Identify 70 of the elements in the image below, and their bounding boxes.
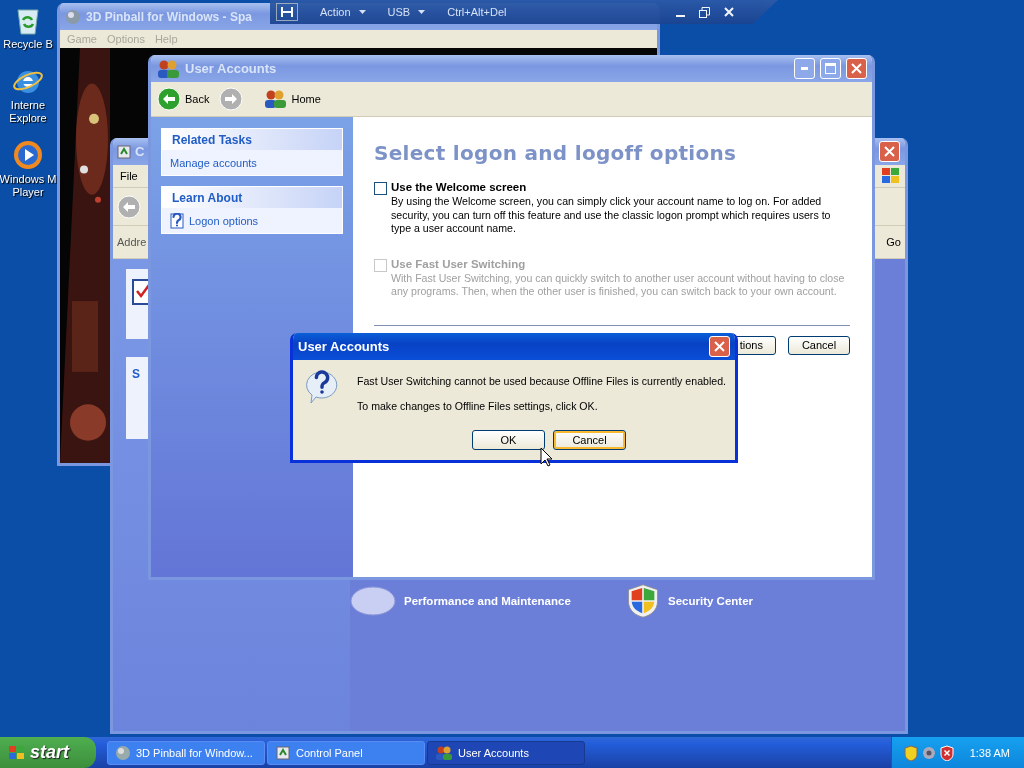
toolbar-menu[interactable]: Action xyxy=(320,6,366,18)
window-title: User Accounts xyxy=(185,61,277,76)
category-link[interactable]: Security Center xyxy=(626,584,826,618)
window-title: 3D Pinball for Windows - Spa xyxy=(86,9,252,24)
shield-icon xyxy=(626,584,660,618)
close-icon xyxy=(884,146,895,157)
desktop-icon-label[interactable]: Windows M Player xyxy=(0,173,57,199)
toolbar-menu[interactable]: USB xyxy=(387,6,426,18)
users-icon xyxy=(156,58,180,79)
shield-icon[interactable] xyxy=(903,744,918,761)
panel-title: Related Tasks xyxy=(162,129,342,150)
home-button[interactable]: Home xyxy=(261,87,323,111)
caret-icon xyxy=(418,10,426,14)
task-link[interactable]: Manage accounts xyxy=(162,150,342,175)
clock: 1:38 AM xyxy=(969,746,1010,759)
close-icon xyxy=(714,341,725,352)
dialog-button[interactable]: Cancel xyxy=(788,335,850,355)
panel-title: Learn About xyxy=(162,187,342,208)
question-icon xyxy=(305,370,339,404)
close-button[interactable] xyxy=(724,6,734,18)
restore-button[interactable] xyxy=(699,6,710,18)
panel-title: S xyxy=(132,367,140,383)
taskbar-button[interactable]: User Accounts xyxy=(427,740,585,765)
option-label: Use the Welcome screen xyxy=(391,181,528,193)
dialog-message: To make changes to Offline Files settings, click OK. xyxy=(357,400,599,412)
desktop-icon-label[interactable]: Recycle B xyxy=(3,38,53,51)
control-panel-icon xyxy=(275,744,291,761)
caret-icon xyxy=(358,10,366,14)
menu-item[interactable]: File xyxy=(117,170,141,182)
dialog-button[interactable]: Cancel xyxy=(553,430,626,450)
option-description: By using the Welcome screen, you can simply click your account name to log on. For added security, you can turn off this feature and use the classic logon prompt which requires users to type a user account name. xyxy=(391,195,832,236)
sphere-icon xyxy=(115,744,131,761)
media-player-icon[interactable] xyxy=(12,139,44,171)
minimize-icon xyxy=(801,67,808,70)
windows-logo-icon xyxy=(8,744,26,761)
close-button[interactable] xyxy=(846,58,867,79)
taskbar-button[interactable]: 3D Pinball for Window... xyxy=(107,740,265,765)
window-title: C xyxy=(135,144,145,159)
minimize-icon xyxy=(676,14,685,17)
users-icon xyxy=(435,744,453,761)
dialog-button[interactable]: OK xyxy=(472,430,545,450)
sphere-icon xyxy=(65,8,81,25)
pin-button[interactable] xyxy=(276,3,298,21)
address-label: Addre xyxy=(117,236,147,248)
windows-logo-icon xyxy=(881,167,901,185)
users-icon xyxy=(263,89,288,109)
close-button[interactable] xyxy=(879,141,900,162)
maximize-icon xyxy=(825,63,836,74)
category-link[interactable]: Performance and Maintenance xyxy=(350,584,578,618)
checkbox[interactable] xyxy=(374,182,387,195)
taskbar-button[interactable]: Control Panel xyxy=(267,740,425,765)
control-panel-icon xyxy=(116,143,132,160)
task-link[interactable]: Logon options xyxy=(162,208,342,233)
page-heading: Select logon and logoff options xyxy=(374,141,738,165)
option-label: Use Fast User Switching xyxy=(391,257,527,270)
help-icon xyxy=(170,212,184,229)
speaker-icon[interactable] xyxy=(921,744,936,761)
start-button[interactable]: start xyxy=(0,737,96,768)
go-button[interactable]: Go xyxy=(886,236,901,248)
disc-icon xyxy=(350,586,396,616)
option-description: With Fast User Switching, you can quickly switch to another user account without having to close any programs. Then, when the other user is finished, you can switch back to your own account. xyxy=(391,271,846,299)
dialog-message: Fast User Switching cannot be used because Offline Files is currently enabled. xyxy=(357,375,726,387)
cursor-icon xyxy=(540,447,553,467)
desktop-icon-label[interactable]: Interne Explore xyxy=(9,99,47,125)
warning-icon[interactable] xyxy=(939,744,954,761)
back-button[interactable]: Back xyxy=(155,85,212,113)
toolbar-menu[interactable]: Ctrl+Alt+Del xyxy=(447,6,507,18)
close-icon xyxy=(851,63,862,74)
close-button[interactable] xyxy=(709,336,730,357)
dialog-title: User Accounts xyxy=(298,339,390,354)
